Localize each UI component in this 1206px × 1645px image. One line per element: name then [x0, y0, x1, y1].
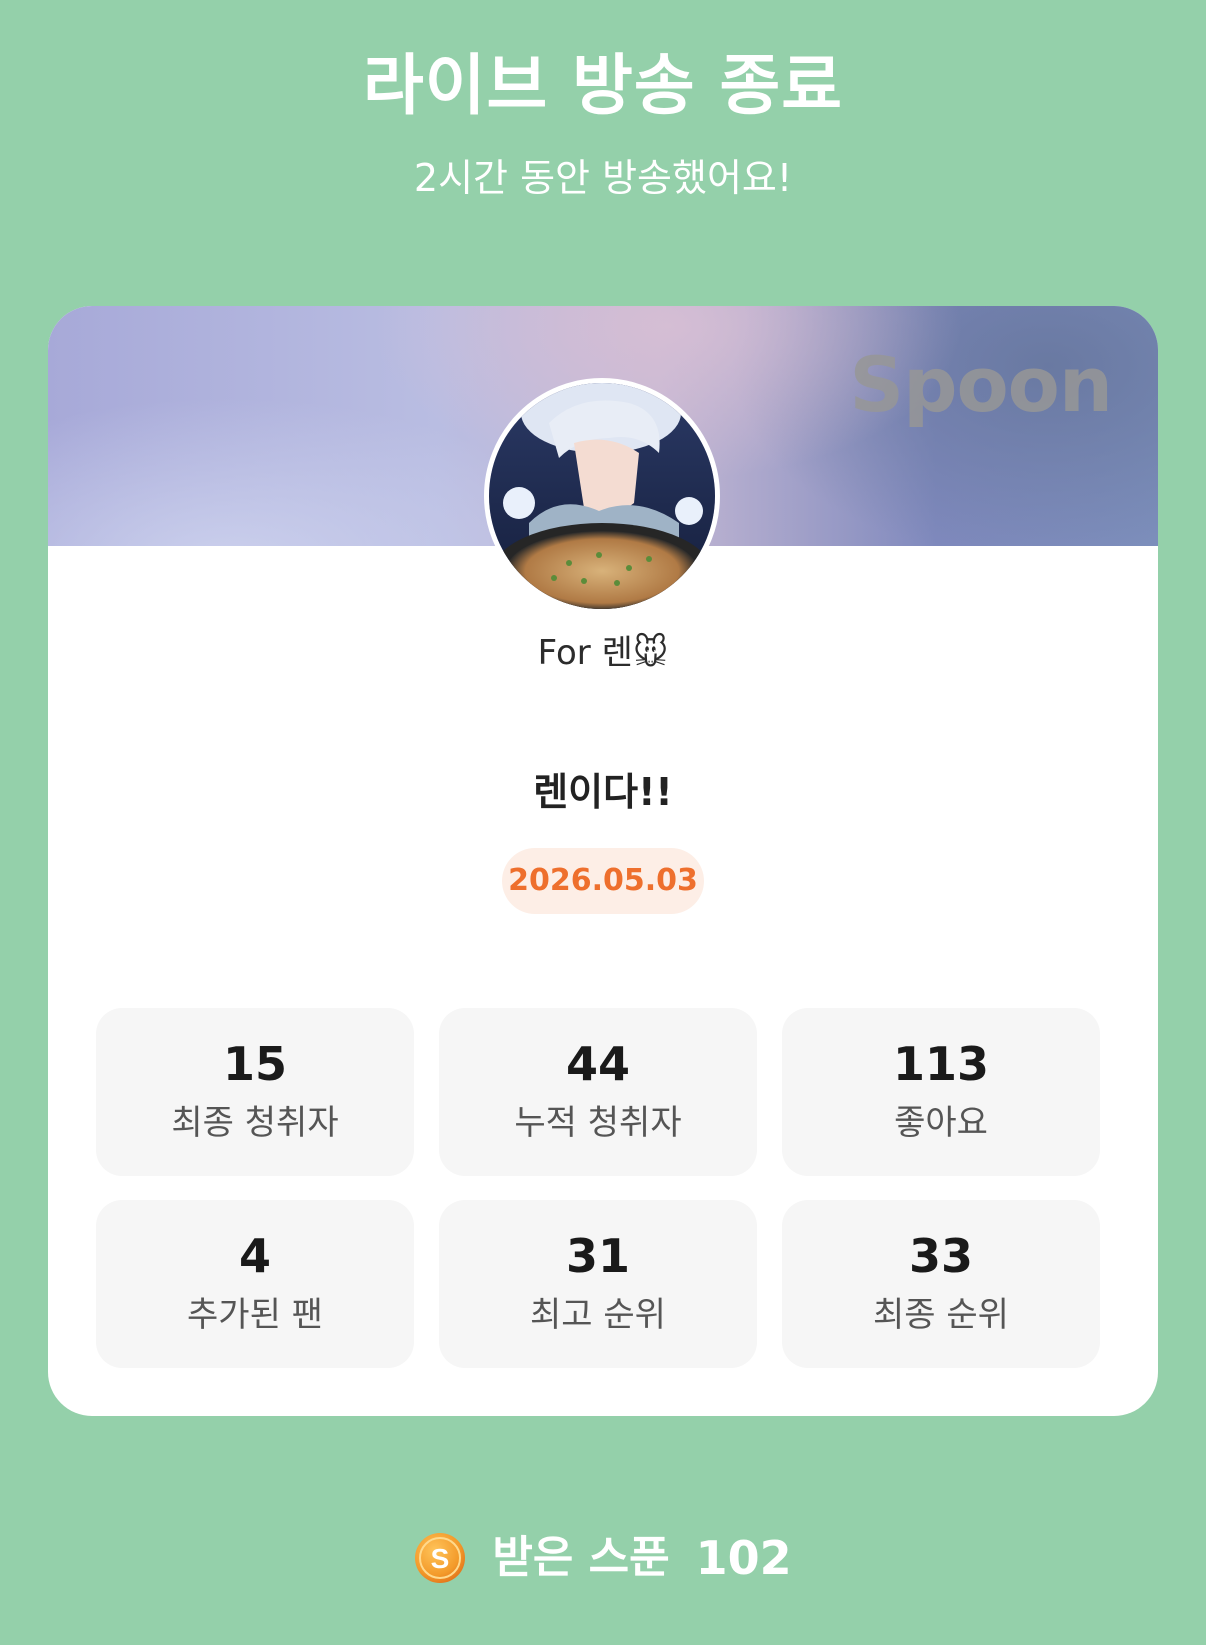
stat-value: 4 [238, 1229, 271, 1283]
live-date-badge: 2026.05.03 [502, 848, 704, 914]
stat-likes: 113 좋아요 [782, 1008, 1100, 1176]
received-spoons-label: 받은 스푼 [492, 1532, 670, 1583]
stat-label: 누적 청취자 [514, 1103, 682, 1143]
spoon-logo: Spoon [849, 340, 1113, 429]
broadcast-duration-text: 2시간 동안 방송했어요! [413, 156, 793, 200]
stat-label: 최종 청취자 [171, 1103, 339, 1143]
stat-final-rank: 33 최종 순위 [782, 1200, 1100, 1368]
stat-label: 추가된 팬 [187, 1295, 323, 1335]
svg-text:S: S [431, 1543, 450, 1574]
stat-total-listeners: 44 누적 청취자 [439, 1008, 757, 1176]
stat-new-fans: 4 추가된 팬 [96, 1200, 414, 1368]
stat-value: 33 [908, 1229, 973, 1283]
stat-value: 31 [565, 1229, 630, 1283]
received-spoons: S 받은 스푼 102 [0, 1528, 1206, 1588]
host-avatar[interactable] [484, 378, 720, 614]
stat-value: 113 [892, 1037, 990, 1091]
received-spoons-count: 102 [695, 1531, 792, 1585]
stats-grid: 15 최종 청취자 44 누적 청취자 113 좋아요 4 추가된 팬 31 최… [96, 1008, 1100, 1368]
avatar-image [489, 383, 715, 609]
stat-label: 최종 순위 [873, 1295, 1009, 1335]
stat-value: 44 [565, 1037, 630, 1091]
stat-final-listeners: 15 최종 청취자 [96, 1008, 414, 1176]
spoon-coin-icon: S [414, 1532, 466, 1584]
page-title: 라이브 방송 종료 [363, 47, 843, 124]
stat-best-rank: 31 최고 순위 [439, 1200, 757, 1368]
stat-value: 15 [222, 1037, 287, 1091]
live-title: 렌이다!! [533, 770, 673, 814]
host-name: For 렌🐭 [537, 633, 669, 673]
stat-label: 최고 순위 [530, 1295, 666, 1335]
stat-label: 좋아요 [894, 1103, 988, 1143]
live-summary-card: Spoon For 렌🐭 렌이다!! 2026.05.03 15 최종 청취자 … [48, 306, 1158, 1416]
